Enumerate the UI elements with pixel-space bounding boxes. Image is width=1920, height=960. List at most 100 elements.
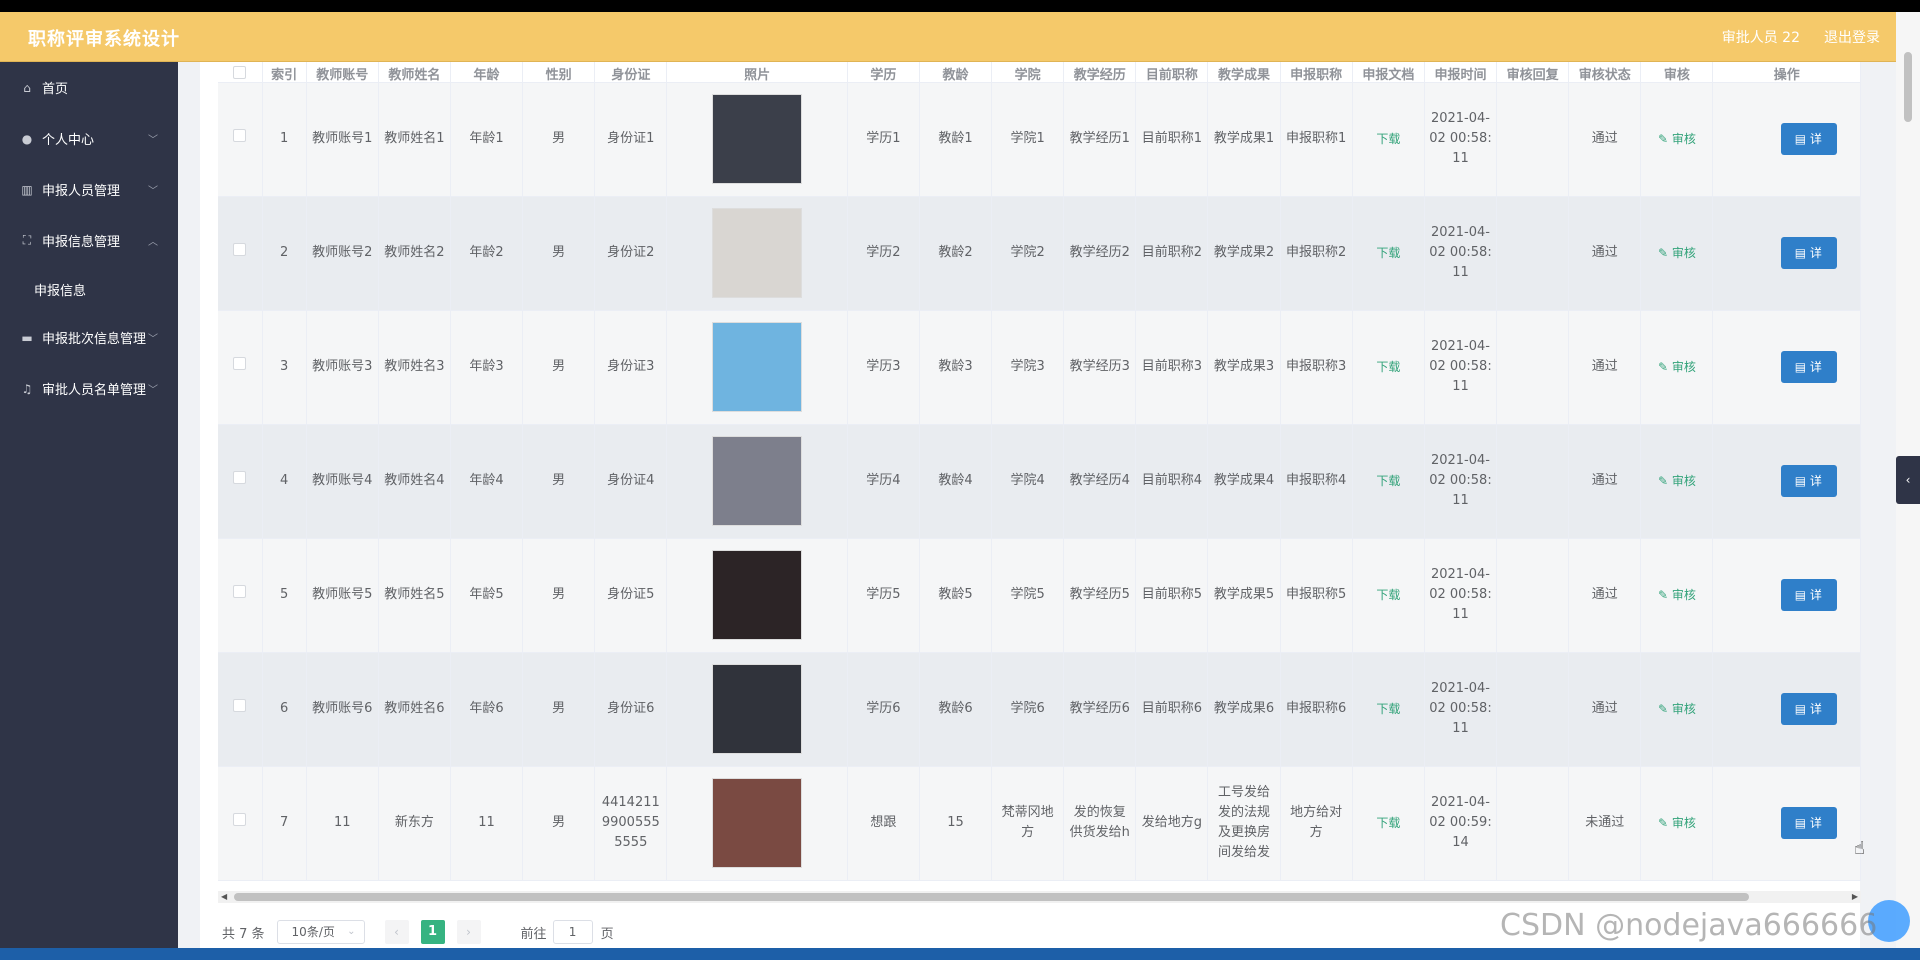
teacher-photo[interactable]: [712, 94, 803, 184]
cell-years: 教龄5: [919, 538, 993, 653]
scrollbar-thumb[interactable]: [234, 893, 1749, 901]
sidebar-item-home[interactable]: ⌂ 首页: [0, 62, 178, 113]
audit-button[interactable]: ✎ 审核: [1658, 816, 1696, 830]
row-select-cell: [218, 652, 263, 767]
download-link[interactable]: 下载: [1376, 474, 1400, 488]
detail-button[interactable]: ▤ 详: [1780, 693, 1837, 725]
cell-education: 学历2: [847, 196, 920, 311]
cell-years: 教龄4: [919, 424, 993, 539]
teacher-photo[interactable]: [712, 550, 803, 640]
download-link[interactable]: 下载: [1376, 132, 1400, 146]
detail-label: 详: [1809, 816, 1822, 830]
scroll-left-arrow-icon[interactable]: ◀: [221, 891, 227, 903]
cell-gender: 男: [522, 652, 596, 767]
row-checkbox[interactable]: [233, 243, 247, 256]
audit-label: 审核: [1671, 473, 1696, 488]
teacher-photo[interactable]: [712, 664, 803, 754]
sidebar-subitem-application-info[interactable]: 申报信息: [0, 266, 178, 312]
top-header: 职称评审系统设计 审批人员 22 退出登录: [0, 12, 1896, 62]
cell-years: 教龄6: [919, 652, 993, 767]
select-all-header[interactable]: [218, 62, 263, 83]
row-checkbox[interactable]: [233, 129, 247, 142]
next-page-button[interactable]: ›: [456, 920, 481, 944]
detail-button[interactable]: ▤ 详: [1780, 579, 1837, 611]
cell-age: 11: [450, 766, 524, 881]
sidebar-item-approver-list[interactable]: ♫ 审批人员名单管理 ﹀: [0, 363, 178, 414]
cell-idcard: 身份证4: [594, 424, 668, 539]
row-checkbox[interactable]: [233, 585, 247, 598]
comment-icon: ▬: [21, 330, 33, 345]
detail-button[interactable]: ▤ 详: [1780, 351, 1837, 383]
logout-link[interactable]: 退出登录: [1824, 27, 1880, 47]
goto-prefix: 前往: [520, 926, 547, 942]
audit-label: 审核: [1671, 587, 1696, 602]
cell-account: 教师账号2: [306, 196, 379, 311]
row-checkbox[interactable]: [233, 357, 247, 370]
download-cell: 下载: [1352, 766, 1425, 881]
download-link[interactable]: 下载: [1376, 588, 1400, 602]
horizontal-scrollbar[interactable]: ◀ ▶: [218, 891, 1861, 903]
cell-college: 学院3: [991, 310, 1065, 425]
detail-button[interactable]: ▤ 详: [1780, 123, 1837, 155]
cell-idcard: 身份证2: [594, 196, 668, 311]
audit-button[interactable]: ✎ 审核: [1658, 588, 1696, 602]
teacher-photo[interactable]: [712, 322, 803, 412]
cell-idcard: 身份证3: [594, 310, 668, 425]
detail-button[interactable]: ▤ 详: [1780, 807, 1837, 839]
page-scrollbar-thumb[interactable]: [1904, 52, 1912, 122]
table-row[interactable]: 5 教师账号5 教师姓名5 年龄5 男身份证5 学历5 教龄5 学院5 教学经历5 目前职称5 教学…: [218, 538, 1861, 653]
audit-button[interactable]: ✎ 审核: [1658, 702, 1696, 716]
download-link[interactable]: 下载: [1376, 702, 1400, 716]
goto-page-input[interactable]: 1: [552, 920, 593, 944]
teacher-photo[interactable]: [712, 208, 803, 298]
sidebar-item-application-info[interactable]: ⛶ 申报信息管理 ︿: [0, 215, 178, 266]
teacher-photo[interactable]: [712, 436, 803, 526]
sidebar-item-batch-info[interactable]: ▬ 申报批次信息管理 ﹀: [0, 312, 178, 363]
side-panel-toggle-icon[interactable]: ‹: [1896, 456, 1920, 504]
cell-status: 通过: [1568, 652, 1642, 767]
pagination: 共 7 条 10条/页 ⌄ ‹ 1 › 前往 1 页: [222, 918, 614, 946]
column-header: 申报职称: [1280, 62, 1353, 83]
prev-page-button[interactable]: ‹: [384, 920, 409, 944]
detail-button[interactable]: ▤ 详: [1780, 237, 1837, 269]
cell-current-title: 目前职称1: [1135, 82, 1209, 197]
table-row[interactable]: 3 教师账号3 教师姓名3 年龄3 男身份证3 学历3 教龄3 学院3 教学经历3 目前职称3 教学…: [218, 310, 1861, 425]
pagination-total: 共 7 条: [222, 926, 265, 942]
cell-name: 教师姓名3: [378, 310, 451, 425]
download-link[interactable]: 下载: [1376, 246, 1400, 260]
column-header: 审核: [1640, 62, 1714, 83]
column-header: 教师姓名: [378, 62, 451, 83]
cell-apply-title: 申报职称3: [1280, 310, 1353, 425]
cell-status: 通过: [1568, 82, 1642, 197]
cell-index: 1: [262, 82, 307, 197]
table-row[interactable]: 6 教师账号6 教师姓名6 年龄6 男身份证6 学历6 教龄6 学院6 教学经历6 目前职称6 教学…: [218, 652, 1861, 767]
table-row[interactable]: 4 教师账号4 教师姓名4 年龄4 男身份证4 学历4 教龄4 学院4 教学经历4 目前职称4 教学…: [218, 424, 1861, 539]
table-row[interactable]: 1 教师账号1 教师姓名1 年龄1 男身份证1 学历1 教龄1 学院1 教学经历1 目前职称1 教学…: [218, 82, 1861, 197]
row-select-cell: [218, 82, 263, 197]
audit-button[interactable]: ✎ 审核: [1658, 474, 1696, 488]
cell-achievement: 教学成果3: [1207, 310, 1281, 425]
audit-button[interactable]: ✎ 审核: [1658, 360, 1696, 374]
table-row[interactable]: 2 教师账号2 教师姓名2 年龄2 男身份证2 学历2 教龄2 学院2 教学经历2 目前职称2 教学…: [218, 196, 1861, 311]
row-checkbox[interactable]: [233, 813, 247, 826]
table-row[interactable]: 7 11 新东方 11 男 441421199005555555 想跟 15 梵蒂冈地方 发的恢复…: [218, 766, 1861, 881]
teacher-photo[interactable]: [712, 778, 803, 868]
row-checkbox[interactable]: [233, 699, 247, 712]
download-link[interactable]: 下载: [1376, 816, 1400, 830]
sidebar-item-personal[interactable]: ● 个人中心 ﹀: [0, 113, 178, 164]
audit-button[interactable]: ✎ 审核: [1658, 132, 1696, 146]
row-checkbox[interactable]: [233, 471, 247, 484]
cell-name: 教师姓名1: [378, 82, 451, 197]
current-page-button[interactable]: 1: [420, 920, 445, 944]
detail-button[interactable]: ▤ 详: [1780, 465, 1837, 497]
cell-apply-title: 申报职称1: [1280, 82, 1353, 197]
download-cell: 下载: [1352, 196, 1425, 311]
chevron-up-icon: ︿: [148, 237, 158, 248]
audit-button[interactable]: ✎ 审核: [1658, 246, 1696, 260]
scroll-right-arrow-icon[interactable]: ▶: [1852, 891, 1858, 903]
download-link[interactable]: 下载: [1376, 360, 1400, 374]
cell-gender: 男: [522, 766, 596, 881]
page-size-select[interactable]: 10条/页 ⌄: [276, 920, 365, 944]
select-all-checkbox[interactable]: [233, 65, 247, 79]
sidebar-item-applicants[interactable]: ▥ 申报人员管理 ﹀: [0, 164, 178, 215]
